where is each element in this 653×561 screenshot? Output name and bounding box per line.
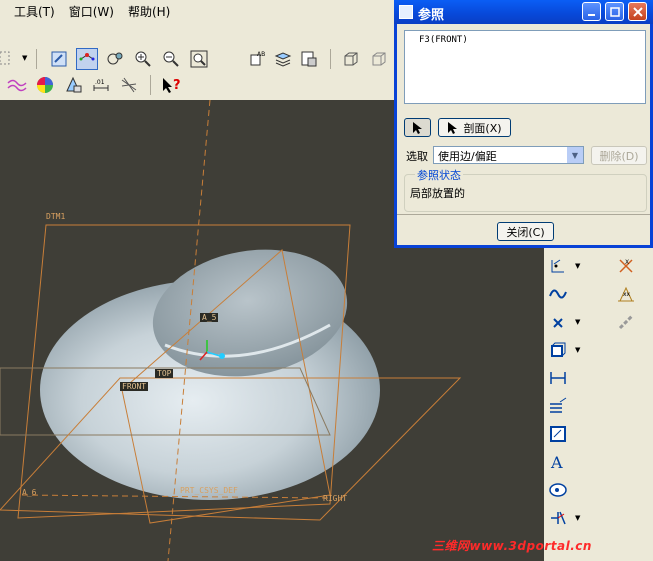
- measure-icon[interactable]: .01: [90, 74, 112, 96]
- svg-text:X: X: [625, 259, 629, 266]
- arrow-cursor-icon: [412, 121, 422, 134]
- arrow-cursor-icon: [448, 121, 458, 134]
- svg-text:A: A: [550, 453, 563, 472]
- delete-button-label: 删除(D): [599, 149, 639, 163]
- svg-text:.01: .01: [95, 79, 105, 86]
- chevron-down-icon[interactable]: ▼: [567, 147, 583, 163]
- view-manager-icon[interactable]: [298, 48, 320, 70]
- datum-point-x-icon[interactable]: [546, 310, 570, 334]
- dimension-icon[interactable]: [546, 366, 570, 390]
- sketch-curve-icon[interactable]: [546, 282, 570, 306]
- datum-point-icon[interactable]: [546, 254, 570, 278]
- datum-curve-icon[interactable]: [6, 74, 28, 96]
- pattern-icon[interactable]: [546, 394, 570, 418]
- wireframe-icon[interactable]: [340, 48, 362, 70]
- spin-center-icon[interactable]: [76, 48, 98, 70]
- label-csys: PRT_CSYS_DEF: [180, 486, 238, 495]
- label-top: TOP: [155, 369, 174, 378]
- close-button-label: 关闭(C): [506, 225, 545, 239]
- status-text: 局部放置的: [410, 187, 465, 200]
- label-front: FRONT: [120, 382, 149, 391]
- svg-text:AB: AB: [257, 51, 265, 58]
- layers-icon[interactable]: [272, 48, 294, 70]
- section-button-label: 剖面(X): [463, 121, 502, 135]
- extrude-icon[interactable]: [546, 338, 570, 362]
- maximize-button[interactable]: [605, 2, 624, 21]
- toolbar-separator: [36, 49, 37, 69]
- dialog-title: 参照: [418, 8, 445, 23]
- zoom-in-icon[interactable]: [132, 48, 154, 70]
- datum-point-off-icon[interactable]: X: [614, 254, 638, 278]
- model-tree-icon[interactable]: [62, 74, 84, 96]
- chevron-down-icon[interactable]: ▼: [575, 346, 580, 354]
- redraw-icon[interactable]: [48, 48, 70, 70]
- toolbar-separator: [150, 75, 151, 95]
- zoom-out-icon[interactable]: [160, 48, 182, 70]
- group-title: 参照状态: [415, 167, 463, 183]
- shell-part[interactable]: [40, 235, 380, 500]
- context-help-icon[interactable]: ?: [160, 74, 182, 96]
- label-a6: A_6: [22, 488, 37, 497]
- reference-list[interactable]: F3(FRONT): [404, 30, 646, 104]
- label-right: RIGHT: [323, 494, 348, 503]
- select-mode-dropdown[interactable]: 使用边/偏距 ▼: [433, 146, 584, 164]
- label-a5: A_5: [200, 313, 219, 322]
- dialog-titlebar[interactable]: 参照: [394, 0, 653, 24]
- reference-status-group: 参照状态 局部放置的: [404, 167, 647, 212]
- chevron-down-icon[interactable]: ▼: [575, 514, 580, 522]
- refit-icon[interactable]: [188, 48, 210, 70]
- palette-icon[interactable]: [546, 478, 570, 502]
- chain-icon[interactable]: [614, 310, 638, 334]
- minimize-button[interactable]: [582, 2, 601, 21]
- chevron-down-icon[interactable]: ▼: [575, 262, 580, 270]
- section-button[interactable]: 剖面(X): [438, 118, 511, 137]
- orient-mode-icon[interactable]: [104, 48, 126, 70]
- menu-tools[interactable]: 工具(T): [14, 3, 55, 20]
- saved-views-icon[interactable]: AB: [246, 48, 268, 70]
- app-icon: [399, 5, 413, 19]
- reference-item[interactable]: F3(FRONT): [419, 35, 468, 45]
- analysis-icon[interactable]: [118, 74, 140, 96]
- svg-text:?: ?: [173, 78, 181, 93]
- select-label: 选取: [406, 150, 428, 163]
- menu-help[interactable]: 帮助(H): [128, 3, 170, 20]
- close-button[interactable]: 关闭(C): [497, 222, 554, 241]
- datum-point-set-icon[interactable]: xx: [614, 282, 638, 306]
- sketch-edit-icon[interactable]: [546, 422, 570, 446]
- chevron-down-icon[interactable]: ▼: [575, 318, 580, 326]
- trim-icon[interactable]: [546, 506, 570, 530]
- menu-window[interactable]: 窗口(W): [69, 3, 114, 20]
- appearance-icon[interactable]: [34, 74, 56, 96]
- text-tool-icon[interactable]: A: [546, 450, 570, 474]
- delete-button[interactable]: 删除(D): [591, 146, 647, 165]
- chevron-down-icon[interactable]: ▼: [22, 54, 27, 62]
- svg-text:xx: xx: [623, 291, 631, 298]
- toolbar-separator: [330, 49, 331, 69]
- hidden-line-icon[interactable]: [368, 48, 390, 70]
- close-window-button[interactable]: [628, 2, 647, 21]
- references-dialog: 参照 F3(FRONT) 剖面(X) 选取 使用边/偏距 ▼ 删除(D) 参照状…: [394, 0, 653, 248]
- watermark: 三维网www.3dportal.cn: [432, 539, 592, 553]
- selection-filter-dropdown[interactable]: [0, 47, 14, 69]
- divider: [397, 214, 650, 215]
- select-reference-button[interactable]: [404, 118, 431, 137]
- label-dtm1: DTM1: [46, 212, 66, 221]
- select-mode-value: 使用边/偏距: [438, 150, 497, 163]
